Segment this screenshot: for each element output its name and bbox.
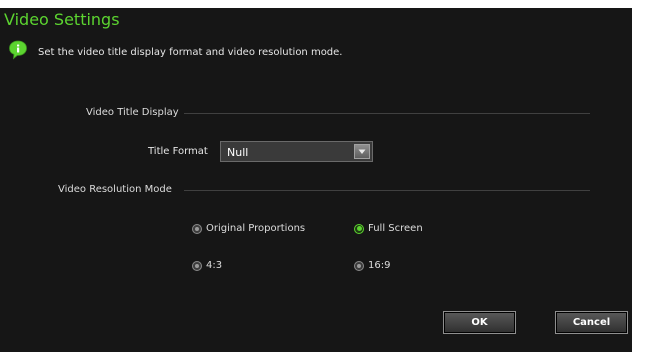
radio-button-selected-icon[interactable] xyxy=(354,223,364,234)
radio-label: 16:9 xyxy=(368,260,391,271)
radio-4-3[interactable]: 4:3 xyxy=(192,260,222,271)
dialog-title: Video Settings xyxy=(4,10,120,29)
chevron-down-icon[interactable] xyxy=(354,144,370,159)
radio-button-icon[interactable] xyxy=(354,260,364,271)
info-bubble-icon xyxy=(8,40,28,60)
ok-button[interactable]: OK xyxy=(443,311,516,334)
section-divider xyxy=(184,113,590,114)
title-format-value: Null xyxy=(227,146,249,159)
title-format-select[interactable]: Null xyxy=(220,141,373,162)
radio-button-icon[interactable] xyxy=(192,260,202,271)
section-label-title-display: Video Title Display xyxy=(86,107,179,118)
info-text: Set the video title display format and v… xyxy=(38,47,343,58)
radio-label: Full Screen xyxy=(368,223,423,234)
cancel-button[interactable]: Cancel xyxy=(555,311,628,334)
title-format-label: Title Format xyxy=(148,146,208,157)
section-divider xyxy=(184,190,590,191)
radio-16-9[interactable]: 16:9 xyxy=(354,260,390,271)
radio-full-screen[interactable]: Full Screen xyxy=(354,223,423,234)
radio-button-icon[interactable] xyxy=(192,223,202,234)
video-settings-dialog: Video Settings Set the video title displ… xyxy=(0,8,632,352)
radio-label: 4:3 xyxy=(206,260,223,271)
radio-label: Original Proportions xyxy=(206,223,306,234)
radio-original-proportions[interactable]: Original Proportions xyxy=(192,223,305,234)
section-label-resolution-mode: Video Resolution Mode xyxy=(58,184,172,195)
